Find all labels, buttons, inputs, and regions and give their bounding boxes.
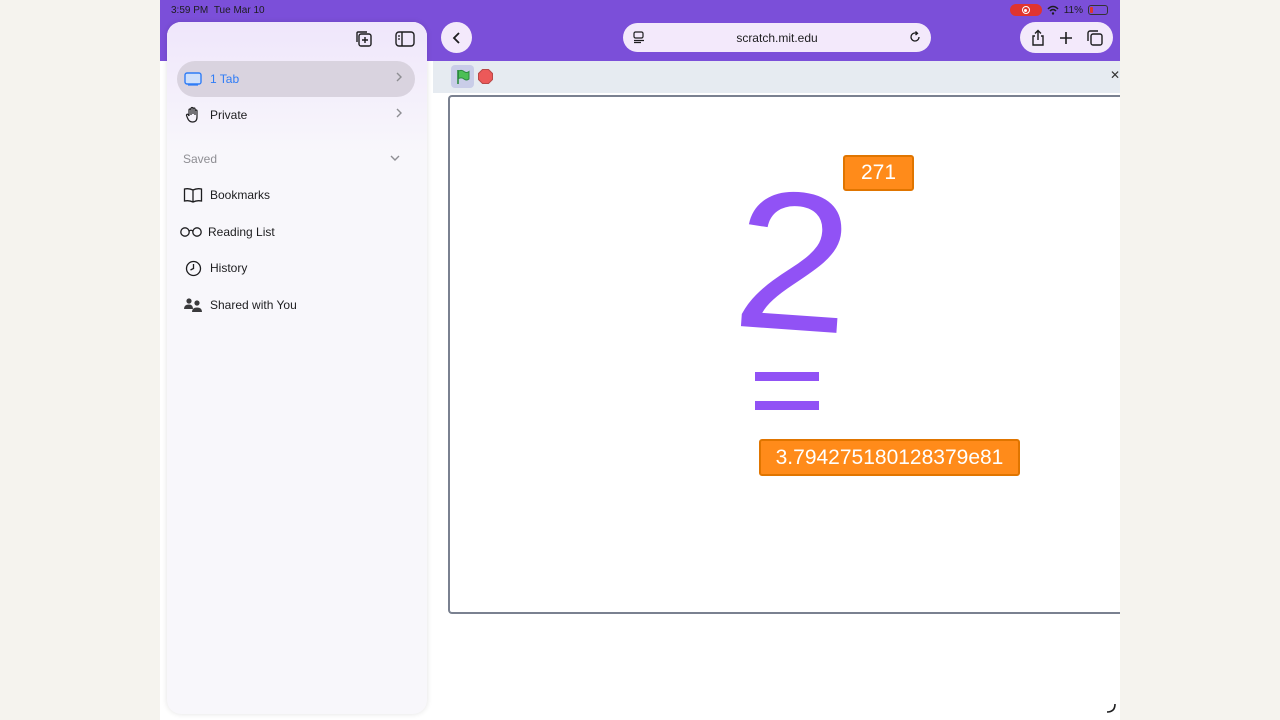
glasses-icon [179,222,203,242]
chevron-right-icon [396,72,402,82]
sidebar-item-shared[interactable]: Shared with You [177,287,415,323]
sidebar-item-bookmarks[interactable]: Bookmarks [177,177,415,213]
sidebar-item-label: Reading List [208,225,275,239]
sidebar-item-reading-list[interactable]: Reading List [177,214,415,250]
status-indicators: 11% [1009,4,1108,16]
base-number: 2 [727,147,860,376]
resize-handle-icon [1106,703,1116,713]
status-date-text: Tue Mar 10 [213,5,265,16]
toolbar-actions [1020,22,1113,53]
status-bar: 3:59 PM Tue Mar 10 11% [160,0,1120,22]
page-margin-right [1120,0,1280,720]
share-icon[interactable] [1026,26,1050,50]
book-icon [183,185,203,205]
status-time: 3:59 PM Tue Mar 10 [171,5,265,16]
tab-overview-icon[interactable] [1083,26,1107,50]
sidebar-item-label: 1 Tab [210,72,240,86]
screen-recording-icon [1009,4,1042,16]
sidebar-toggle-icon[interactable] [394,28,416,50]
close-icon[interactable]: ✕ [1110,68,1120,82]
new-tab-plus-icon[interactable] [1054,26,1078,50]
tabs-icon [183,69,203,89]
chevron-right-icon [396,108,402,118]
result-monitor: 3.794275180128379e81 [759,439,1020,476]
clock-icon [183,258,203,278]
exponent-monitor: 271 [843,155,914,191]
url-text: scratch.mit.edu [736,30,818,45]
page-margin-left [0,0,160,720]
scratch-player-controls: ✕ [433,61,1120,93]
status-time-text: 3:59 PM [171,5,209,16]
green-flag-button[interactable] [451,65,474,88]
section-saved-label: Saved [183,152,218,166]
new-tab-group-icon[interactable] [353,28,375,50]
sidebar-item-label: Bookmarks [210,188,271,202]
battery-icon [1088,5,1108,15]
chevron-left-icon [452,31,460,44]
sidebar-item-label: History [210,261,248,275]
ipad-screen: 3:59 PM Tue Mar 10 11% 1 Tab Private Sav… [160,0,1120,720]
sidebar-item-label: Shared with You [210,298,297,312]
wifi-icon [1047,5,1059,15]
stop-button[interactable] [478,69,493,84]
page-menu-icon[interactable] [632,30,646,44]
people-icon [183,295,203,315]
equals-sign [755,372,821,414]
scratch-stage[interactable]: 2 271 3.794275180128379e81 [448,95,1120,614]
sidebar-item-label: Private [210,108,248,122]
safari-sidebar: 1 Tab Private Saved Bookmarks Reading Li… [167,22,427,714]
reload-icon[interactable] [908,30,922,44]
address-bar[interactable]: scratch.mit.edu [623,23,931,52]
back-button[interactable] [441,22,472,53]
hand-icon [183,105,203,125]
sidebar-item-tabs[interactable]: 1 Tab [177,61,415,97]
battery-percent: 11% [1063,4,1083,16]
sidebar-item-private[interactable]: Private [177,97,415,133]
green-flag-icon [456,69,469,84]
chevron-down-icon [390,155,400,161]
section-saved-header[interactable]: Saved [183,149,407,169]
stop-sign-icon [478,69,493,84]
sidebar-item-history[interactable]: History [177,250,415,286]
